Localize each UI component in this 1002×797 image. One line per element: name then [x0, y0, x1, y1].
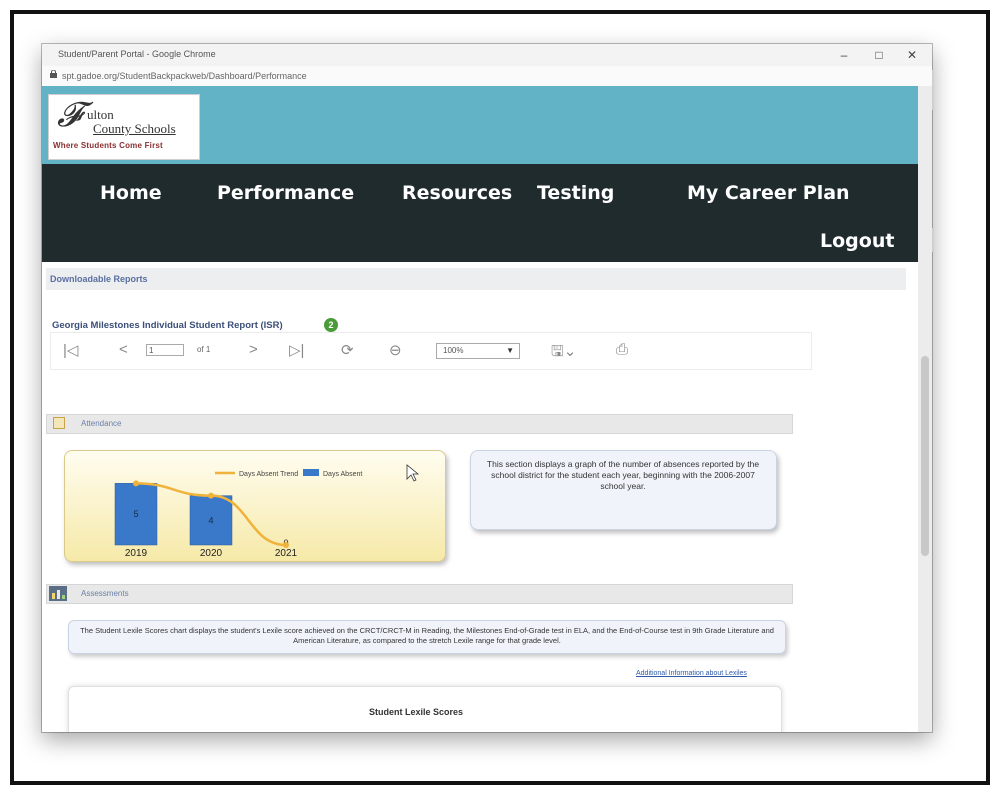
main-nav: Home Performance Resources Testing My Ca…	[42, 164, 918, 262]
title-bar: Student/Parent Portal - Google Chrome – …	[42, 44, 932, 67]
assessments-label: Assessments	[81, 589, 129, 598]
chevron-down-icon: ▼	[506, 346, 514, 355]
report-viewer-toolbar: |◁ < 1 of 1 > ▷| ⟳ ⊖ 100% ▼ 🖫⌄ ⎙	[50, 332, 812, 370]
next-page-icon[interactable]: >	[249, 341, 258, 358]
address-url[interactable]: spt.gadoe.org/StudentBackpackweb/Dashboa…	[62, 71, 307, 81]
downloadable-reports-label: Downloadable Reports	[50, 274, 148, 284]
lexile-chart-title: Student Lexile Scores	[369, 707, 464, 717]
trend-point	[133, 480, 139, 487]
downloadable-reports-bar[interactable]: Downloadable Reports	[46, 268, 906, 290]
nav-performance[interactable]: Performance	[217, 182, 354, 204]
background-window-edge-lower	[932, 228, 934, 252]
page-number-input[interactable]: 1	[146, 344, 184, 356]
address-bar[interactable]: spt.gadoe.org/StudentBackpackweb/Dashboa…	[42, 66, 932, 87]
logo-letter-f: 𝓕	[57, 97, 83, 134]
close-button[interactable]: ✕	[900, 46, 924, 64]
lexile-description-box: The Student Lexile Scores chart displays…	[68, 620, 786, 654]
trend-point	[283, 542, 289, 548]
bar-value-label: 5	[133, 509, 138, 519]
legend-bar-swatch	[303, 469, 319, 476]
nav-resources[interactable]: Resources	[402, 182, 512, 204]
attendance-info-text: This section displays a graph of the num…	[486, 459, 760, 491]
attendance-chart: 520194202002021Days Absent TrendDays Abs…	[64, 450, 446, 562]
legend-bar-label: Days Absent	[323, 471, 362, 478]
logo-line2: County Schools	[93, 121, 176, 136]
legend-trend-label: Days Absent Trend	[239, 471, 298, 478]
attendance-label: Attendance	[81, 419, 122, 428]
maximize-button[interactable]: □	[867, 46, 891, 64]
attendance-section-header[interactable]: Attendance	[46, 414, 793, 434]
mouse-cursor-icon	[406, 464, 420, 482]
nav-testing[interactable]: Testing	[537, 182, 614, 204]
nav-logout[interactable]: Logout	[820, 230, 894, 252]
attendance-info-box: This section displays a graph of the num…	[470, 450, 777, 530]
lexile-chart: Student Lexile Scores 1600	[68, 686, 782, 732]
x-tick-label: 2021	[275, 548, 298, 559]
vertical-scrollbar[interactable]	[918, 86, 932, 732]
zoom-select[interactable]: 100% ▼	[436, 343, 520, 359]
isr-count-badge: 2	[324, 318, 338, 332]
background-window-edge	[932, 70, 934, 110]
fulton-county-logo[interactable]: 𝓕 ulton County Schools Where Students Co…	[48, 94, 200, 160]
nav-home[interactable]: Home	[100, 182, 162, 204]
print-icon[interactable]: ⎙	[616, 341, 628, 358]
refresh-icon[interactable]: ⟳	[341, 341, 354, 359]
logo-tagline: Where Students Come First	[53, 141, 163, 150]
scrollbar-thumb[interactable]	[921, 356, 929, 556]
minimize-button[interactable]: –	[832, 46, 856, 64]
nav-my-career-plan[interactable]: My Career Plan	[687, 182, 850, 204]
page-count-label: of 1	[197, 345, 211, 354]
trend-point	[208, 492, 214, 499]
zoom-value: 100%	[443, 346, 464, 355]
browser-window: Student/Parent Portal - Google Chrome – …	[42, 44, 932, 732]
export-save-icon[interactable]: 🖫⌄	[551, 341, 576, 366]
assessments-section-header[interactable]: Assessments	[46, 584, 793, 604]
back-icon[interactable]: ⊖	[389, 341, 402, 359]
page-content: Downloadable Reports Georgia Milestones …	[42, 262, 918, 732]
lexile-info-link[interactable]: Additional Information about Lexiles	[636, 670, 747, 677]
isr-report-title[interactable]: Georgia Milestones Individual Student Re…	[52, 320, 283, 331]
collapse-icon[interactable]	[53, 417, 65, 429]
attendance-chart-svg: 520194202002021Days Absent TrendDays Abs…	[114, 464, 420, 559]
x-tick-label: 2019	[125, 548, 148, 559]
window-title: Student/Parent Portal - Google Chrome	[58, 49, 216, 59]
first-page-icon[interactable]: |◁	[63, 341, 78, 359]
x-tick-label: 2020	[200, 548, 223, 559]
lock-icon	[50, 70, 57, 78]
site-banner: 𝓕 ulton County Schools Where Students Co…	[42, 86, 918, 164]
bar-value-label: 4	[208, 515, 213, 525]
bar-chart-icon	[49, 586, 67, 601]
lexile-description-text: The Student Lexile Scores chart displays…	[80, 626, 774, 645]
last-page-icon[interactable]: ▷|	[289, 341, 304, 359]
previous-page-icon[interactable]: <	[119, 341, 128, 358]
